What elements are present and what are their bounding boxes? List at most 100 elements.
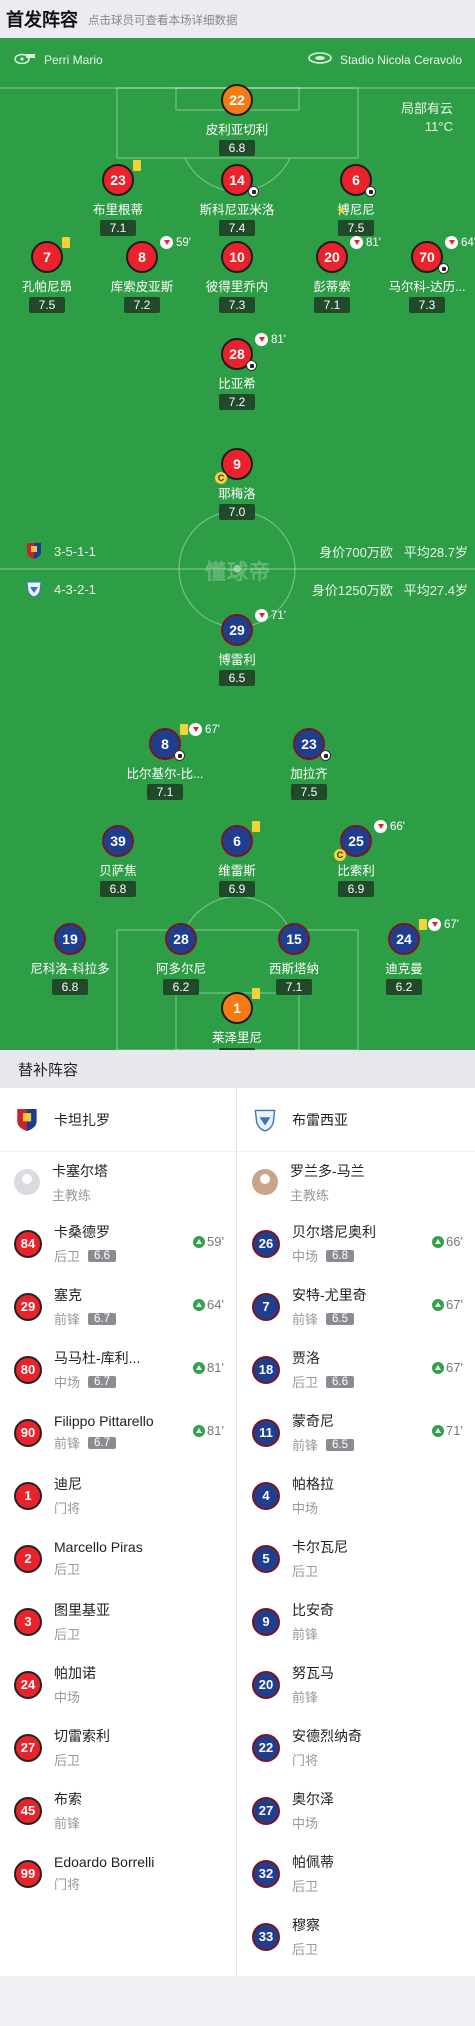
sub-number-badge: 5 [252, 1544, 280, 1573]
sub-name: 努瓦马 [292, 1665, 334, 1681]
home-player[interactable]: 20 彭蒂索 7.1 81' [277, 236, 387, 314]
player-rating: 6.8 [219, 140, 255, 156]
away-player[interactable]: 8 比尔基尔-比... 7.1 67' [110, 723, 220, 801]
away-sub-row[interactable]: 11 蒙奇尼 前锋 6.5 71' [238, 1401, 475, 1464]
home-sub-row[interactable]: 45 布索 前锋 [0, 1779, 236, 1842]
sub-number-badge: 24 [14, 1670, 42, 1699]
home-coach-row[interactable]: 卡塞尔塔 主教练 [0, 1152, 236, 1212]
player-number-badge: 20 [316, 241, 348, 273]
away-sub-row[interactable]: 32 帕佩蒂 后卫 [238, 1842, 475, 1905]
home-sub-row[interactable]: 99 Edoardo Borrelli 门将 [0, 1842, 236, 1905]
away-sub-row[interactable]: 27 奥尔泽 中场 [238, 1779, 475, 1842]
sub-position: 中场 [54, 1690, 81, 1705]
referee-info: Perri Mario [14, 52, 103, 67]
player-rating: 7.2 [124, 297, 160, 313]
home-player[interactable]: 23 布里根蒂 7.1 [63, 160, 173, 237]
away-team-row[interactable]: 布雷西亚 [238, 1088, 475, 1152]
sub-rating: 6.7 [88, 1312, 117, 1325]
home-sub-row[interactable]: 1 迪尼 门将 [0, 1464, 236, 1527]
player-number-badge: 6 [221, 825, 253, 857]
away-player[interactable]: 6 维雷斯 6.9 [182, 821, 292, 898]
home-player[interactable]: 22 皮利亚切利 6.8 [182, 84, 292, 157]
sub-position-line: 中场 [292, 1813, 334, 1832]
sub-arrow-icon [350, 236, 363, 249]
home-crest-icon [27, 543, 41, 559]
player-rating: 7.1 [147, 784, 183, 800]
home-player[interactable]: 70 马尔科-达历... 7.3 64' [372, 236, 475, 314]
away-sub-row[interactable]: 22 安德烈纳奇 门将 [238, 1716, 475, 1779]
away-player[interactable]: 1莱泽里尼6.7 [182, 988, 292, 1050]
away-player[interactable]: 28 阿多尔尼 6.2 [126, 923, 236, 996]
home-coach-role: 主教练 [52, 1187, 92, 1203]
sub-position-line: 后卫 [292, 1876, 334, 1895]
player-number-badge: 19 [54, 923, 86, 955]
away-coach-avatar [252, 1169, 278, 1195]
home-sub-row[interactable]: 24 帕加诺 中场 [0, 1653, 236, 1716]
player-rating: 7.3 [409, 297, 445, 313]
sub-number-badge: 32 [252, 1859, 280, 1888]
sub-position: 前锋 [292, 1690, 319, 1705]
sub-position: 后卫 [54, 1249, 81, 1264]
home-player[interactable]: 8 库索皮亚斯 7.2 59' [87, 236, 197, 314]
subs-title: 替补阵容 [18, 1061, 79, 1079]
sub-position-line: 前锋 6.7 [54, 1309, 117, 1328]
away-subs-column: 布雷西亚 罗兰多-马兰 主教练 26 贝尔塔尼奥利 中场 6.8 66' 7 安特-尤里奇前… [238, 1088, 475, 1976]
away-sub-row[interactable]: 20 努瓦马 前锋 [238, 1653, 475, 1716]
player-rating: 7.5 [291, 784, 327, 800]
sub-arrow-icon [445, 236, 458, 249]
away-crest-icon [26, 581, 42, 598]
home-team-row[interactable]: 卡坦扎罗 [0, 1088, 236, 1152]
home-player[interactable]: 6 博尼尼 7.5 ★ [301, 164, 411, 237]
away-avg-age: 平均27.4岁 [403, 583, 468, 598]
home-team-crest-icon [17, 1108, 37, 1131]
player-rating: 7.5 [338, 220, 374, 236]
away-player[interactable]: 25 比索利 6.9 66' C [301, 820, 411, 898]
home-sub-row[interactable]: 80 马马杜-库利... 中场 6.7 81' [0, 1338, 236, 1401]
home-sub-row[interactable]: 29 塞克 前锋 6.7 64' [0, 1275, 236, 1338]
player-name: 阿多尔尼 [155, 962, 206, 976]
sub-in-minute: 59' [193, 1234, 224, 1249]
home-sub-row[interactable]: 2 Marcello Piras 后卫 [0, 1527, 236, 1590]
sub-in-minute-text: 59' [207, 1234, 224, 1249]
home-sub-row[interactable]: 3 图里基亚 后卫 [0, 1590, 236, 1653]
sub-number-badge: 26 [252, 1229, 280, 1258]
away-sub-row[interactable]: 5 卡尔瓦尼 后卫 [238, 1527, 475, 1590]
sub-position: 后卫 [292, 1942, 319, 1957]
away-sub-row[interactable]: 33 穆察 后卫 [238, 1905, 475, 1968]
player-number-badge: 24 [388, 923, 420, 955]
sub-name: 切雷索利 [54, 1728, 110, 1744]
sub-number-badge: 45 [14, 1796, 42, 1825]
sub-in-minute-text: 71' [446, 1423, 463, 1438]
home-player[interactable]: 14 斯科尼亚米洛 7.4 [182, 164, 292, 237]
away-player[interactable]: 24 迪克曼 6.2 67' [349, 918, 459, 996]
away-sub-row[interactable]: 18 贾洛 后卫 6.6 67' [238, 1338, 475, 1401]
home-sub-row[interactable]: 84 卡桑德罗 后卫 6.6 59' [0, 1212, 236, 1275]
home-player[interactable]: 10 彼得里乔内 7.3 [182, 241, 292, 314]
sub-in-minute-text: 81' [207, 1360, 224, 1375]
away-sub-row[interactable]: 9 比安奇 前锋 [238, 1590, 475, 1653]
away-player[interactable]: 19 尼科洛-科拉多 6.8 [15, 923, 125, 996]
sub-name: 塞克 [54, 1287, 82, 1303]
home-sub-row[interactable]: 27 切雷索利 后卫 [0, 1716, 236, 1779]
away-player[interactable]: 15 西斯塔纳 7.1 [239, 923, 349, 996]
home-sub-row[interactable]: 90 Filippo Pittarello 前锋 6.7 81' [0, 1401, 236, 1464]
away-player[interactable]: 29 博雷利 6.5 71' [182, 609, 292, 687]
sub-name: 图里基亚 [54, 1602, 110, 1618]
lineup-title: 首发阵容 [6, 10, 78, 30]
player-number-badge: 8 [126, 241, 158, 273]
away-player[interactable]: 39 贝萨焦 6.8 [63, 825, 173, 898]
away-coach-row[interactable]: 罗兰多-马兰 主教练 [238, 1152, 475, 1212]
assist-boot-icon [320, 750, 331, 761]
away-sub-row[interactable]: 4 帕格拉 中场 [238, 1464, 475, 1527]
away-sub-row[interactable]: 26 贝尔塔尼奥利 中场 6.8 66' [238, 1212, 475, 1275]
player-number-badge: 10 [221, 241, 253, 273]
sub-position: 后卫 [292, 1375, 319, 1390]
player-name: 彭蒂索 [313, 280, 351, 294]
home-player[interactable]: 9 耶梅洛 7.0 C [182, 448, 292, 521]
sub-rating: 6.7 [88, 1375, 117, 1388]
player-name: 库索皮亚斯 [110, 280, 174, 294]
player-rating: 7.1 [314, 297, 350, 313]
away-sub-row[interactable]: 7 安特-尤里奇 前锋 6.5 67' [238, 1275, 475, 1338]
away-player[interactable]: 23 加拉齐 7.5 [254, 728, 364, 801]
home-player[interactable]: 28 比亚希 7.2 81' [182, 333, 292, 411]
